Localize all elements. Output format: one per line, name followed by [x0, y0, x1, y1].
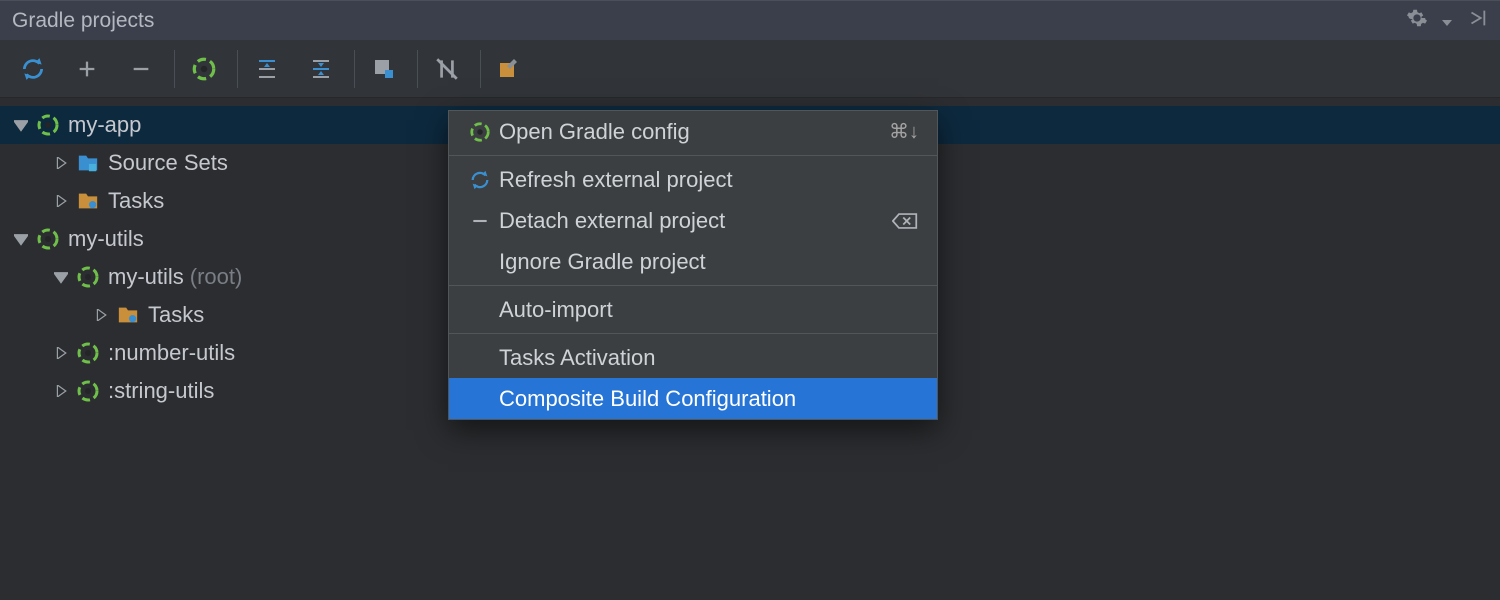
context-menu: Open Gradle config ⌘↓ Refresh external p… — [448, 110, 938, 420]
folder-gear-icon — [76, 189, 100, 213]
group-tasks-button[interactable] — [363, 48, 405, 90]
menu-label: Refresh external project — [495, 167, 891, 193]
menu-label: Detach external project — [495, 208, 891, 234]
menu-label: Auto-import — [495, 297, 919, 323]
folder-gear-icon — [116, 303, 140, 327]
toolbar-separator — [417, 50, 418, 88]
menu-open-gradle-config[interactable]: Open Gradle config ⌘↓ — [449, 111, 937, 152]
toolbar-separator — [174, 50, 175, 88]
menu-label: Tasks Activation — [495, 345, 919, 371]
node-label: :number-utils — [108, 340, 235, 366]
menu-tasks-activation[interactable]: Tasks Activation — [449, 337, 937, 378]
menu-composite-build-configuration[interactable]: Composite Build Configuration — [449, 378, 937, 419]
toolbar-separator — [237, 50, 238, 88]
menu-separator — [449, 285, 937, 286]
disclosure-right-icon[interactable] — [92, 306, 110, 324]
node-suffix: (root) — [190, 264, 243, 290]
gradle-icon — [36, 227, 60, 251]
node-label: my-app — [68, 112, 141, 138]
detach-button[interactable] — [120, 48, 162, 90]
disclosure-down-icon[interactable] — [12, 116, 30, 134]
disclosure-right-icon[interactable] — [52, 192, 70, 210]
node-label: Source Sets — [108, 150, 228, 176]
menu-auto-import[interactable]: Auto-import — [449, 289, 937, 330]
delete-tag-icon — [891, 211, 919, 231]
collapse-all-button[interactable] — [300, 48, 342, 90]
disclosure-down-icon[interactable] — [52, 268, 70, 286]
minus-icon — [465, 211, 495, 231]
disclosure-right-icon[interactable] — [52, 382, 70, 400]
gradle-icon — [76, 379, 100, 403]
run-button[interactable] — [183, 48, 225, 90]
gradle-icon — [76, 341, 100, 365]
node-label: Tasks — [108, 188, 164, 214]
menu-separator — [449, 333, 937, 334]
node-label: Tasks — [148, 302, 204, 328]
folder-icon — [76, 151, 100, 175]
panel-title: Gradle projects — [12, 9, 1406, 33]
panel-titlebar: Gradle projects — [0, 0, 1500, 40]
menu-separator — [449, 155, 937, 156]
refresh-button[interactable] — [12, 48, 54, 90]
menu-ignore-gradle-project[interactable]: Ignore Gradle project — [449, 241, 937, 282]
menu-refresh-external-project[interactable]: Refresh external project — [449, 159, 937, 200]
gear-icon[interactable] — [1406, 7, 1428, 35]
offline-mode-button[interactable] — [426, 48, 468, 90]
gradle-settings-button[interactable] — [489, 48, 531, 90]
toolbar-separator — [354, 50, 355, 88]
chevron-down-icon[interactable] — [1442, 8, 1452, 34]
menu-label: Composite Build Configuration — [495, 386, 919, 412]
menu-label: Open Gradle config — [495, 119, 889, 145]
expand-all-button[interactable] — [246, 48, 288, 90]
toolbar — [0, 40, 1500, 98]
gradle-icon — [36, 113, 60, 137]
disclosure-right-icon[interactable] — [52, 344, 70, 362]
attach-button[interactable] — [66, 48, 108, 90]
disclosure-right-icon[interactable] — [52, 154, 70, 172]
refresh-icon — [465, 169, 495, 191]
gradle-icon — [76, 265, 100, 289]
node-label: :string-utils — [108, 378, 214, 404]
disclosure-down-icon[interactable] — [12, 230, 30, 248]
toolbar-separator — [480, 50, 481, 88]
menu-shortcut: ⌘↓ — [889, 119, 919, 144]
menu-detach-external-project[interactable]: Detach external project — [449, 200, 937, 241]
gradle-icon — [465, 121, 495, 143]
node-label: my-utils — [68, 226, 144, 252]
menu-label: Ignore Gradle project — [495, 249, 919, 275]
node-label: my-utils — [108, 264, 184, 290]
hide-icon[interactable] — [1466, 7, 1488, 35]
